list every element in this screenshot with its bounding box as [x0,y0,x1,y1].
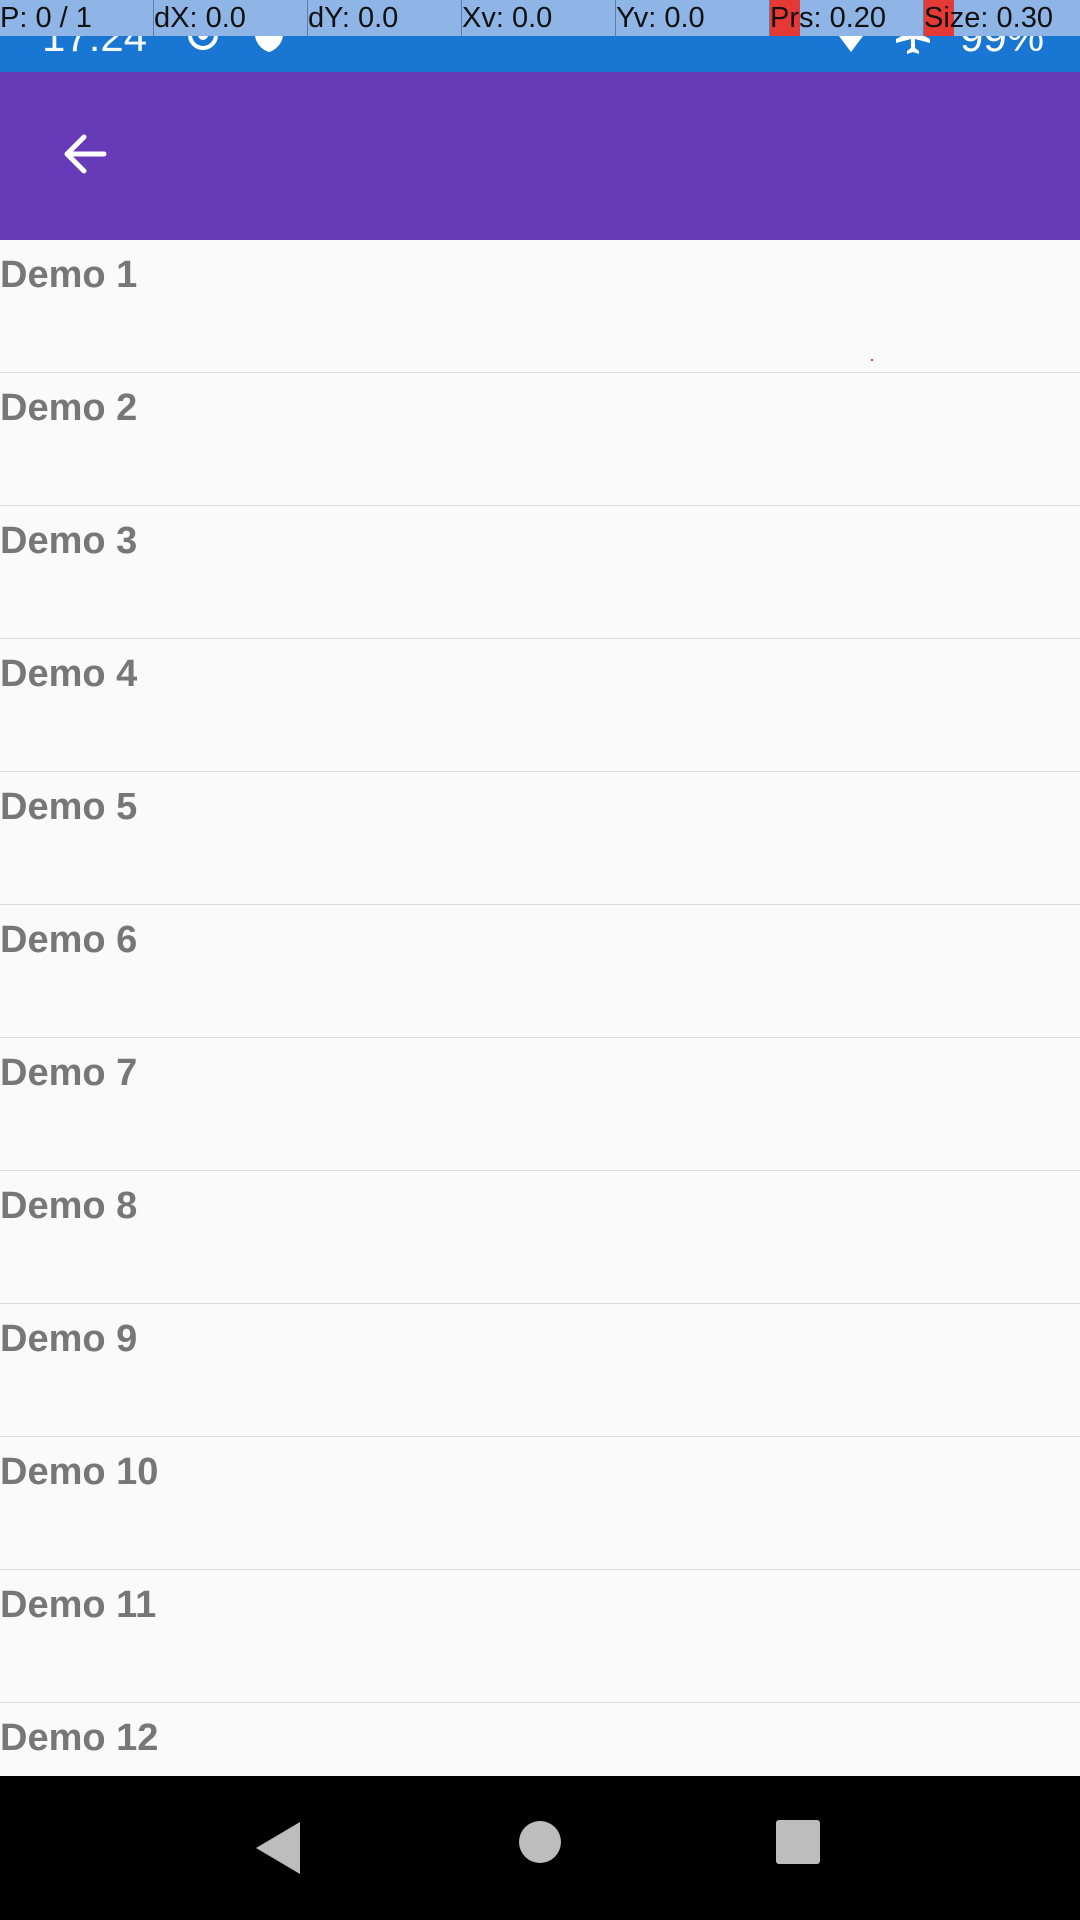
demo-list: Demo 1 Demo 2 Demo 3 Demo 4 Demo 5 Demo … [0,240,1080,1776]
list-item-label: Demo 8 [0,1185,138,1227]
list-item[interactable]: Demo 7 [0,1038,1080,1171]
list-item-label: Demo 7 [0,1052,138,1094]
nav-home-button[interactable] [518,1820,562,1869]
overlay-dx-value: dX: 0.0 [154,2,246,34]
back-triangle-icon [250,1822,306,1882]
list-item[interactable]: Demo 2 [0,373,1080,506]
overlay-pointer-count: P: 0 / 1 [0,2,92,34]
list-item-label: Demo 3 [0,520,138,562]
overlay-pressure-value: Prs: 0.20 [770,2,887,34]
overlay-yv-value: Yv: 0.0 [616,2,705,34]
list-item[interactable]: Demo 9 [0,1304,1080,1437]
list-item[interactable]: Demo 1 [0,240,1080,373]
list-item[interactable]: Demo 10 [0,1437,1080,1570]
list-item[interactable]: Demo 6 [0,905,1080,1038]
list-item[interactable]: Demo 5 [0,772,1080,905]
overlay-cell-yv: Yv: 0.0 [616,0,770,36]
list-item-label: Demo 4 [0,653,138,695]
pointer-location-overlay: P: 0 / 1 dX: 0.0 dY: 0.0 Xv: 0.0 Yv: 0.0… [0,0,1080,36]
back-button[interactable] [36,120,132,192]
list-item-label: Demo 6 [0,919,138,961]
overlay-xv-value: Xv: 0.0 [462,2,553,34]
overlay-cell-xv: Xv: 0.0 [462,0,616,36]
overlay-cell-dy: dY: 0.0 [308,0,462,36]
list-item-label: Demo 12 [0,1717,159,1759]
list-item[interactable]: Demo 3 [0,506,1080,639]
list-item[interactable]: Demo 11 [0,1570,1080,1703]
overlay-cell-pressure: Prs: 0.20 [770,0,924,36]
list-item-label: Demo 10 [0,1451,159,1493]
overlay-cell-dx: dX: 0.0 [154,0,308,36]
overlay-cell-size: Size: 0.30 [924,0,1078,36]
home-circle-icon [518,1821,562,1868]
list-item-label: Demo 2 [0,387,138,429]
nav-back-button[interactable] [250,1818,306,1883]
overlay-cell-pointer: P: 0 / 1 [0,0,154,36]
list-item[interactable]: Demo 8 [0,1171,1080,1304]
touch-point-marker [871,359,873,361]
arrow-left-icon [56,126,112,187]
navigation-bar [0,1776,1080,1920]
list-item-label: Demo 1 [0,254,138,296]
overlay-size-value: Size: 0.30 [924,2,1053,34]
list-item[interactable]: Demo 12 [0,1703,1080,1776]
app-bar [0,72,1080,240]
list-item-label: Demo 5 [0,786,138,828]
list-item-label: Demo 11 [0,1584,157,1626]
nav-recents-button[interactable] [776,1820,820,1869]
list-item-label: Demo 9 [0,1318,138,1360]
list-item[interactable]: Demo 4 [0,639,1080,772]
recents-square-icon [776,1820,820,1868]
overlay-dy-value: dY: 0.0 [308,2,399,34]
